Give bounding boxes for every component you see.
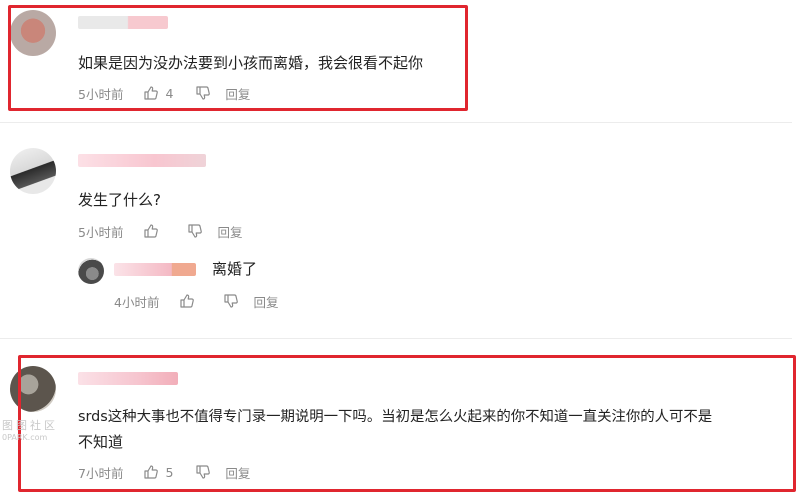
username-blurred[interactable]	[78, 154, 206, 167]
watermark-line1: 图图社区	[2, 419, 58, 432]
reply-text: 离婚了	[212, 260, 258, 278]
divider	[0, 122, 792, 123]
watermark: 图图社区 0PARK.com	[2, 420, 58, 444]
reply-time: 4小时前	[114, 294, 160, 310]
thumbs-up-icon[interactable]	[179, 293, 195, 309]
comment-time: 5小时前	[78, 224, 124, 240]
reply-meta: 4小时前 回复	[114, 291, 278, 311]
reply-avatar[interactable]	[78, 258, 104, 284]
reply-button[interactable]: 回复	[217, 222, 242, 241]
watermark-line2: 0PARK.com	[2, 433, 48, 442]
divider	[0, 338, 792, 339]
thumbs-down-icon[interactable]	[223, 293, 239, 309]
thumbs-up-icon[interactable]	[143, 223, 159, 239]
reply-button[interactable]: 回复	[253, 292, 278, 311]
avatar[interactable]	[10, 148, 56, 194]
highlight-box	[8, 5, 468, 111]
highlight-box	[18, 355, 796, 492]
thumbs-down-icon[interactable]	[187, 223, 203, 239]
comment-text: 发生了什么?	[78, 191, 161, 209]
reply-username-blurred[interactable]	[114, 263, 196, 276]
comment-meta: 5小时前 回复	[78, 221, 242, 241]
